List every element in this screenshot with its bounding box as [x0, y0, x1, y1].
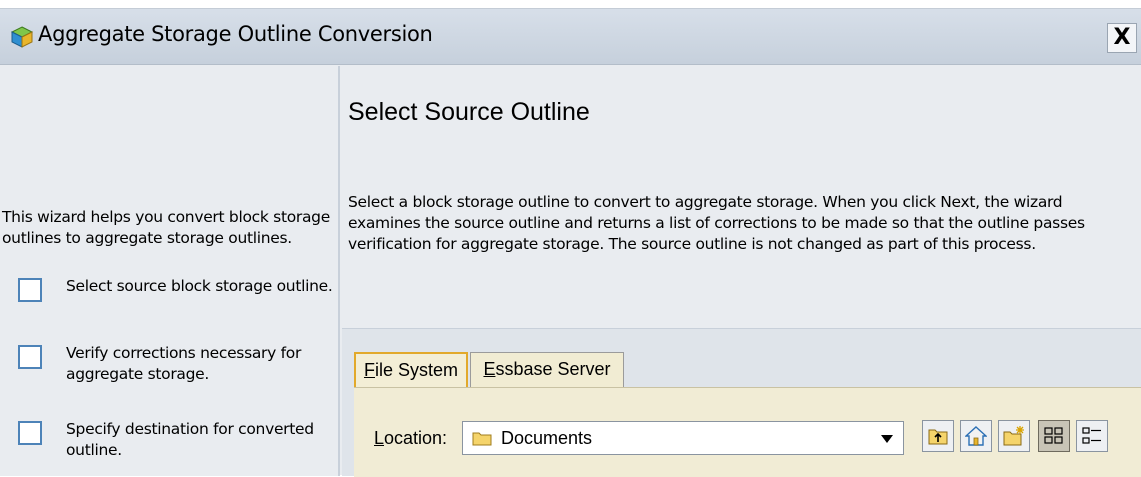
list-view-button[interactable]: [1038, 420, 1070, 452]
new-folder-icon: [1003, 426, 1024, 446]
tab-mnemonic: E: [483, 359, 496, 379]
wizard-steps-pane: This wizard helps you convert block stor…: [0, 66, 340, 476]
window-title: Aggregate Storage Outline Conversion: [38, 22, 433, 46]
step-checkbox: [18, 421, 42, 445]
up-folder-icon: [928, 429, 948, 445]
step-select-source: Select source block storage outline.: [18, 276, 336, 322]
new-folder-button[interactable]: [998, 420, 1030, 452]
location-dropdown[interactable]: Documents: [462, 421, 904, 455]
folder-icon: [472, 430, 492, 446]
file-system-panel: Location: Documents: [354, 387, 1141, 477]
details-view-button[interactable]: [1076, 420, 1108, 452]
up-folder-button[interactable]: [922, 420, 954, 452]
home-button[interactable]: [960, 420, 992, 452]
source-tabs: File System Essbase Server Location: Doc…: [342, 328, 1141, 477]
wizard-content-pane: Select Source Outline Select a block sto…: [342, 66, 1141, 477]
step-verify-corrections: Verify corrections necessary for aggrega…: [18, 343, 336, 389]
cube-icon: [10, 25, 34, 49]
details-view-icon: [1082, 427, 1101, 444]
location-label: Location:: [374, 428, 447, 449]
home-icon: [965, 426, 987, 446]
list-view-icon: [1044, 427, 1063, 444]
location-mnemonic: L: [374, 428, 385, 448]
tab-file-system[interactable]: File System: [354, 352, 468, 387]
page-description: Select a block storage outline to conver…: [348, 193, 1085, 253]
close-button[interactable]: X: [1107, 23, 1137, 53]
step-label: Select source block storage outline.: [66, 277, 333, 295]
page-title: Select Source Outline: [348, 98, 590, 126]
title-bar[interactable]: Aggregate Storage Outline Conversion X: [0, 9, 1141, 65]
step-specify-destination: Specify destination for converted outlin…: [18, 419, 336, 465]
location-value: Documents: [501, 428, 593, 448]
tab-mnemonic: F: [363, 360, 375, 380]
tab-label: ssbase Server: [495, 359, 611, 379]
step-checkbox: [18, 345, 42, 369]
tab-essbase-server[interactable]: Essbase Server: [470, 352, 624, 387]
step-checkbox: [18, 278, 42, 302]
tab-label: ile System: [374, 360, 459, 380]
wizard-intro: This wizard helps you convert block stor…: [2, 208, 330, 247]
wizard-window: Aggregate Storage Outline Conversion X T…: [0, 8, 1141, 477]
chevron-down-icon[interactable]: [881, 435, 893, 443]
step-label: Specify destination for converted outlin…: [66, 420, 314, 459]
step-label: Verify corrections necessary for aggrega…: [66, 344, 302, 383]
location-label-text: ocation:: [384, 428, 448, 448]
